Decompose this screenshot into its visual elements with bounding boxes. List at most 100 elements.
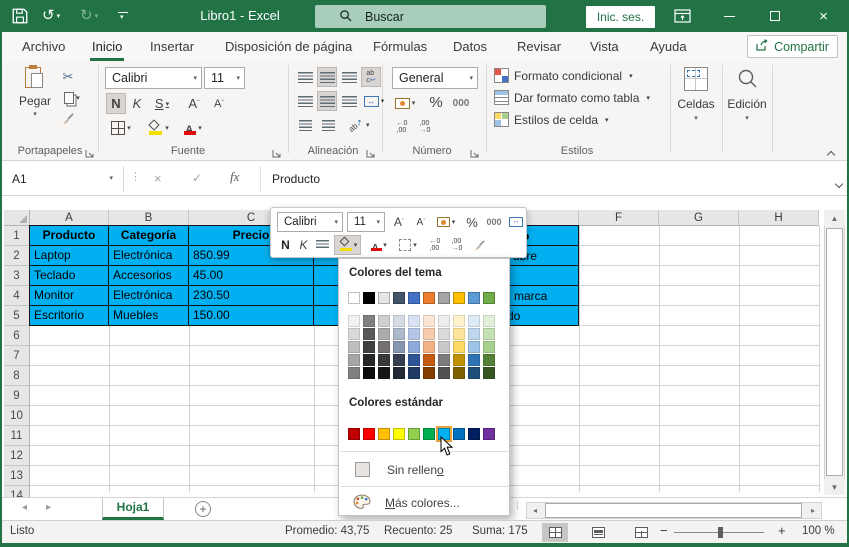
column-header-G[interactable]: G <box>659 210 739 226</box>
cell-styles-button[interactable]: Estilos de celda <box>494 112 609 127</box>
orientation-icon[interactable]: ab↗ <box>346 115 372 135</box>
maximize-button[interactable] <box>752 0 798 32</box>
variant-swatch-F7CBAC[interactable] <box>423 328 435 340</box>
cell-C4[interactable]: 230.50 <box>188 285 314 306</box>
more-colors-item[interactable]: Más colores... <box>339 491 509 515</box>
close-button[interactable]: × <box>798 0 849 32</box>
cell-B3[interactable]: Accesorios <box>108 265 189 286</box>
mini-increase-decimal-icon[interactable]: ←0,00 <box>425 235 445 255</box>
mini-italic-button[interactable]: K <box>296 235 311 255</box>
normal-view-button[interactable] <box>542 523 568 542</box>
variant-swatch-BDD7EE[interactable] <box>468 328 480 340</box>
row-header-5[interactable]: 5 <box>4 306 30 326</box>
standard-color-swatch-FFFF00[interactable] <box>393 428 405 440</box>
comma-style-icon[interactable]: 000 <box>448 93 474 113</box>
vertical-scroll-thumb[interactable] <box>826 228 843 476</box>
merge-center-icon[interactable]: ↔ <box>361 91 387 111</box>
cell-A5[interactable]: Escritorio <box>29 305 109 326</box>
decrease-decimal-icon[interactable]: ,00→0 <box>415 117 435 137</box>
scroll-up-icon[interactable]: ▲ <box>824 210 845 226</box>
wrap-text-icon[interactable]: abc↩ <box>361 67 381 87</box>
ribbon-tab-ayuda[interactable]: Ayuda <box>648 32 689 61</box>
mini-accounting-icon[interactable] <box>434 212 458 232</box>
zoom-out-button[interactable]: − <box>660 523 668 538</box>
align-bottom-icon[interactable] <box>339 67 359 87</box>
font-dialog-launcher[interactable] <box>272 145 282 155</box>
standard-color-swatch-FFC000[interactable] <box>378 428 390 440</box>
format-as-table-button[interactable]: Dar formato como tabla <box>494 90 650 105</box>
ribbon-tab-revisar[interactable]: Revisar <box>515 32 563 61</box>
standard-color-swatch-7030A0[interactable] <box>483 428 495 440</box>
copy-icon[interactable] <box>59 90 85 106</box>
mini-increase-font-icon[interactable]: Aˆ <box>389 212 409 232</box>
insert-function-icon[interactable]: fx <box>230 169 239 185</box>
variant-swatch-DBDBDB[interactable] <box>438 328 450 340</box>
sheet-nav-left-icon[interactable]: ◂ <box>22 502 27 513</box>
theme-color-swatch-FFC000[interactable] <box>453 292 465 304</box>
theme-color-swatch-A5A5A5[interactable] <box>438 292 450 304</box>
paste-button[interactable]: Pegar ▾ <box>14 66 56 118</box>
decrease-indent-icon[interactable] <box>295 115 315 135</box>
variant-swatch-595959[interactable] <box>363 328 375 340</box>
variant-swatch-FFF2CC[interactable] <box>453 315 465 327</box>
format-painter-icon[interactable] <box>59 111 77 127</box>
column-header-A[interactable]: A <box>30 210 109 226</box>
variant-swatch-E2EFD9[interactable] <box>483 315 495 327</box>
row-header-10[interactable]: 10 <box>4 406 30 426</box>
accounting-format-icon[interactable] <box>392 93 418 113</box>
row-header-2[interactable]: 2 <box>4 246 30 266</box>
cell-A1[interactable]: Producto <box>29 225 109 246</box>
row-header-11[interactable]: 11 <box>4 426 30 446</box>
cell-B2[interactable]: Electrónica <box>108 245 189 266</box>
cancel-icon[interactable]: × <box>154 171 162 186</box>
scroll-right-icon[interactable]: ▸ <box>805 503 821 518</box>
increase-decimal-icon[interactable]: ←0,00 <box>392 117 412 137</box>
zoom-level[interactable]: 100 % <box>802 525 835 537</box>
name-box[interactable]: A1 ▾ <box>4 166 124 192</box>
variant-swatch-1F3864[interactable] <box>408 367 420 379</box>
mini-align-center-icon[interactable] <box>313 235 331 255</box>
variant-swatch-525252[interactable] <box>438 367 450 379</box>
theme-color-swatch-000000[interactable] <box>363 292 375 304</box>
variant-swatch-BFBFBF[interactable] <box>348 341 360 353</box>
theme-color-swatch-ED7D31[interactable] <box>423 292 435 304</box>
ribbon-tab-archivo[interactable]: Archivo <box>20 32 67 61</box>
borders-icon[interactable] <box>107 118 135 138</box>
theme-color-swatch-4472C4[interactable] <box>408 292 420 304</box>
variant-swatch-C55A11[interactable] <box>423 354 435 366</box>
variant-swatch-262626[interactable] <box>363 354 375 366</box>
variant-swatch-222B35[interactable] <box>393 367 405 379</box>
mini-decrease-decimal-icon[interactable]: ,00→0 <box>447 235 467 255</box>
theme-color-swatch-5B9BD5[interactable] <box>468 292 480 304</box>
standard-color-swatch-FF0000[interactable] <box>363 428 375 440</box>
variant-swatch-3A3838[interactable] <box>378 354 390 366</box>
variant-swatch-ACB9CA[interactable] <box>393 328 405 340</box>
variant-swatch-EDEDED[interactable] <box>438 315 450 327</box>
row-header-7[interactable]: 7 <box>4 346 30 366</box>
mini-decrease-font-icon[interactable]: Aˇ <box>411 212 431 232</box>
variant-swatch-333F50[interactable] <box>393 354 405 366</box>
theme-color-swatch-44546A[interactable] <box>393 292 405 304</box>
align-middle-icon[interactable] <box>317 67 337 87</box>
increase-indent-icon[interactable] <box>318 115 338 135</box>
increase-font-icon[interactable]: Aˆ <box>183 93 205 114</box>
cell-C3[interactable]: 45.00 <box>188 265 314 286</box>
bold-button[interactable]: N <box>106 93 126 114</box>
zoom-slider-thumb[interactable] <box>718 527 723 538</box>
cells-button[interactable]: Celdas ▾ <box>674 67 718 122</box>
conditional-formatting-button[interactable]: Formato condicional <box>494 68 633 83</box>
standard-color-swatch-C00000[interactable] <box>348 428 360 440</box>
row-header-1[interactable]: 1 <box>4 226 30 246</box>
horizontal-scroll-thumb[interactable] <box>545 503 802 518</box>
enter-icon[interactable]: ✓ <box>192 171 202 185</box>
variant-swatch-171616[interactable] <box>378 367 390 379</box>
editing-button[interactable]: Edición ▾ <box>724 67 770 122</box>
variant-swatch-7B7B7B[interactable] <box>438 354 450 366</box>
mini-font-size-combo[interactable]: 11▾ <box>347 212 385 232</box>
new-sheet-button[interactable]: + <box>195 501 211 517</box>
align-top-icon[interactable] <box>295 67 315 87</box>
cell-A3[interactable]: Teclado <box>29 265 109 286</box>
search-box[interactable]: Buscar <box>315 5 546 28</box>
mini-merge-icon[interactable]: ↔ <box>507 212 525 232</box>
variant-swatch-8EAADB[interactable] <box>408 341 420 353</box>
